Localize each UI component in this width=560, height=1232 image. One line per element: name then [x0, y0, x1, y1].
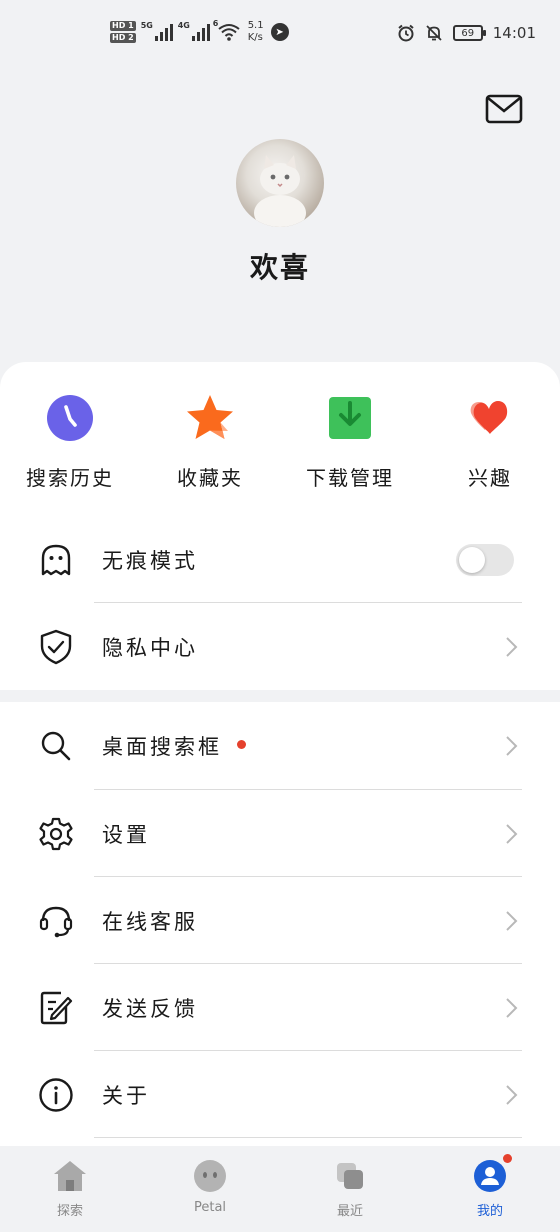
chevron-right-icon — [506, 910, 518, 931]
headset-icon — [38, 903, 74, 939]
hd2-badge: HD 2 — [110, 33, 136, 43]
row-privacy-label: 隐私中心 — [102, 635, 198, 660]
clock-icon — [44, 392, 96, 444]
clock-time: 14:01 — [492, 24, 536, 42]
user-icon — [472, 1154, 512, 1194]
chevron-right-icon — [506, 823, 518, 844]
ghost-icon — [38, 542, 74, 578]
quick-interests[interactable]: 兴趣 — [420, 392, 560, 491]
tab-explore-label: 探索 — [56, 1204, 83, 1219]
quick-downloads-label: 下载管理 — [306, 466, 394, 490]
quick-favorites[interactable]: 收藏夹 — [140, 392, 280, 491]
settings-section: 桌面搜索框 设置 在线客服 发送反馈 关于 — [0, 702, 560, 1146]
row-settings-label: 设置 — [102, 822, 150, 847]
search-icon — [38, 728, 74, 764]
row-about[interactable]: 关于 — [0, 1051, 560, 1138]
chevron-right-icon — [506, 636, 518, 657]
info-icon — [38, 1077, 74, 1113]
new-badge — [237, 740, 246, 749]
tab-explore[interactable]: 探索 — [0, 1146, 140, 1232]
divider — [94, 1137, 522, 1138]
edit-note-icon — [38, 990, 74, 1026]
row-incognito-label: 无痕模式 — [102, 548, 198, 573]
row-settings[interactable]: 设置 — [0, 790, 560, 877]
signal-2-icon: 4G — [178, 21, 210, 41]
quick-search-history-label: 搜索历史 — [26, 466, 114, 490]
download-icon — [324, 392, 376, 444]
messages-button[interactable] — [484, 92, 524, 126]
bottom-tab-bar: 探索 Petal 最近 我的 — [0, 1146, 560, 1232]
mute-icon — [426, 25, 442, 41]
row-support-label: 在线客服 — [102, 909, 198, 934]
tab-me[interactable]: 我的 — [420, 1146, 560, 1232]
alarm-icon — [398, 24, 414, 42]
incognito-toggle[interactable] — [456, 543, 514, 576]
status-left: HD 1 HD 2 5G 4G 6 5.1 K/s ➤ — [110, 19, 289, 44]
quick-search-history[interactable]: 搜索历史 — [0, 392, 140, 491]
quick-favorites-label: 收藏夹 — [177, 466, 243, 490]
row-desktop-search-label: 桌面搜索框 — [102, 734, 222, 759]
home-icon — [52, 1158, 88, 1194]
tab-recent[interactable]: 最近 — [280, 1146, 420, 1232]
tab-petal[interactable]: Petal — [140, 1146, 280, 1232]
net-speed-unit: K/s — [247, 32, 263, 43]
recent-cards-icon — [332, 1158, 368, 1194]
chevron-right-icon — [506, 1084, 518, 1105]
shield-check-icon — [38, 629, 74, 665]
row-support[interactable]: 在线客服 — [0, 877, 560, 964]
status-bar: HD 1 HD 2 5G 4G 6 5.1 K/s ➤ 69 14:01 — [0, 0, 560, 70]
chevron-right-icon — [506, 735, 518, 756]
row-incognito[interactable]: 无痕模式 — [0, 516, 560, 603]
net-speed: 5.1 K/s — [248, 20, 264, 44]
wifi-type: 6 — [212, 19, 219, 28]
tab-petal-label: Petal — [193, 1200, 227, 1215]
row-feedback-label: 发送反馈 — [102, 996, 198, 1021]
avatar-cat-image — [254, 155, 306, 227]
status-right: 69 14:01 — [397, 24, 536, 42]
quick-interests-label: 兴趣 — [468, 466, 512, 490]
notification-badge — [503, 1154, 512, 1163]
gear-icon — [38, 816, 74, 852]
signal-1-icon: 5G — [141, 21, 173, 41]
quick-downloads[interactable]: 下载管理 — [280, 392, 420, 491]
petal-face-icon — [192, 1158, 228, 1194]
hd-indicators: HD 1 HD 2 — [110, 21, 136, 43]
tab-me-label: 我的 — [476, 1204, 503, 1219]
username[interactable]: 欢喜 — [0, 246, 560, 286]
net-speed-value: 5.1 — [247, 20, 264, 31]
row-about-label: 关于 — [102, 1083, 150, 1108]
main-card: 搜索历史 收藏夹 下载管理 兴趣 无痕模式 隐私中心 — [0, 362, 560, 690]
heart-icon — [464, 392, 516, 444]
star-icon — [184, 392, 236, 444]
avatar[interactable] — [236, 139, 324, 227]
row-privacy[interactable]: 隐私中心 — [0, 603, 560, 690]
hd1-badge: HD 1 — [110, 21, 136, 31]
wifi-icon: 6 — [213, 19, 241, 41]
chevron-right-icon — [506, 997, 518, 1018]
battery-level: 69 — [461, 27, 475, 39]
battery-icon: 69 — [452, 25, 486, 41]
mail-icon — [485, 94, 523, 124]
location-icon: ➤ — [270, 23, 289, 41]
tab-recent-label: 最近 — [336, 1204, 363, 1219]
row-desktop-search[interactable]: 桌面搜索框 — [0, 702, 560, 789]
row-feedback[interactable]: 发送反馈 — [0, 964, 560, 1051]
quick-actions: 搜索历史 收藏夹 下载管理 兴趣 — [0, 392, 560, 491]
